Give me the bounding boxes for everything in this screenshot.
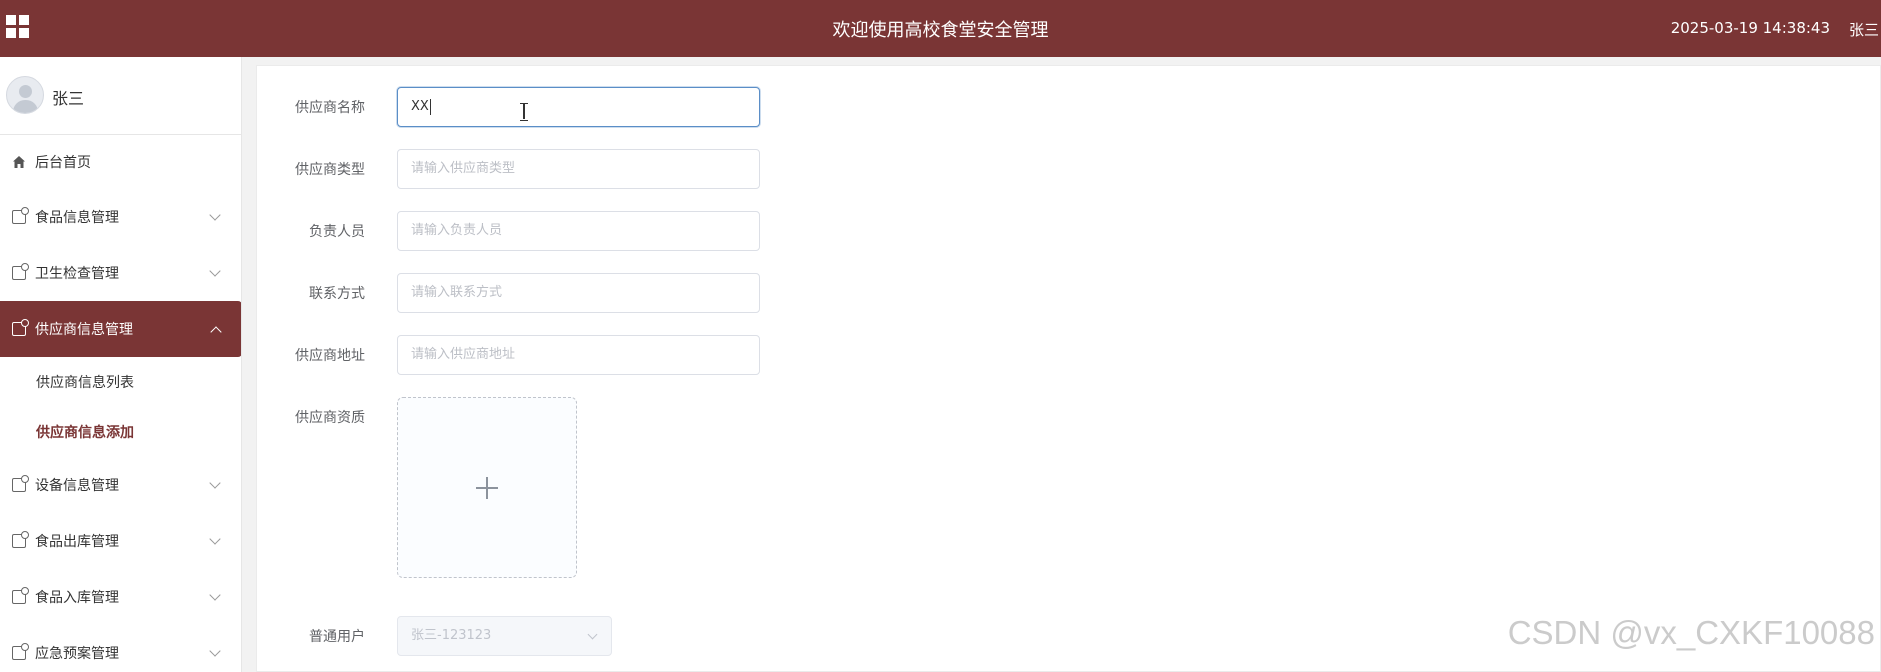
sidebar-item-food-info[interactable]: 食品信息管理 bbox=[0, 189, 241, 245]
grid-menu-icon[interactable] bbox=[6, 15, 30, 39]
user-select-value: 张三-123123 bbox=[411, 628, 492, 643]
sidebar-item-label: 卫生检查管理 bbox=[35, 266, 119, 282]
supplier-name-label: 供应商名称 bbox=[295, 100, 365, 116]
supplier-name-value: XX bbox=[411, 99, 429, 114]
sidebar-item-label: 应急预案管理 bbox=[35, 646, 119, 662]
address-label: 供应商地址 bbox=[295, 348, 365, 364]
supplier-type-label: 供应商类型 bbox=[295, 162, 365, 178]
sidebar-item-label: 设备信息管理 bbox=[35, 478, 119, 494]
user-label: 普通用户 bbox=[309, 629, 365, 645]
person-input[interactable]: 请输入负责人员 bbox=[397, 211, 760, 251]
qualification-label: 供应商资质 bbox=[295, 410, 365, 426]
app-title: 欢迎使用高校食堂安全管理 bbox=[832, 20, 1049, 41]
datetime-display: 2025-03-19 14:38:43 bbox=[1670, 19, 1830, 37]
user-select[interactable]: 张三-123123 bbox=[397, 616, 612, 656]
sidebar-item-hygiene-check[interactable]: 卫生检查管理 bbox=[0, 245, 241, 301]
profile-name: 张三 bbox=[52, 89, 85, 108]
sidebar-item-label: 食品信息管理 bbox=[35, 210, 119, 226]
ibeam-cursor-icon bbox=[520, 103, 528, 121]
supplier-type-input[interactable]: 请输入供应商类型 bbox=[397, 149, 760, 189]
sidebar-item-emergency-plan[interactable]: 应急预案管理 bbox=[0, 625, 241, 672]
document-icon bbox=[12, 207, 29, 224]
sidebar-item-label: 食品入库管理 bbox=[35, 590, 119, 606]
document-icon bbox=[12, 263, 29, 280]
person-label: 负责人员 bbox=[309, 224, 365, 240]
sidebar: 张三 后台首页 食品信息管理 卫生检查管理 供应商信息管理 供应商信息列表 供应… bbox=[0, 57, 242, 672]
sidebar-item-home[interactable]: 后台首页 bbox=[0, 135, 241, 189]
sidebar-item-equipment-info[interactable]: 设备信息管理 bbox=[0, 457, 241, 513]
document-icon bbox=[12, 475, 29, 492]
contact-input[interactable]: 请输入联系方式 bbox=[397, 273, 760, 313]
qualification-upload[interactable] bbox=[397, 397, 577, 578]
sidebar-item-label: 食品出库管理 bbox=[35, 534, 119, 550]
supplier-name-input[interactable]: XX bbox=[397, 87, 760, 127]
sidebar-item-supplier-info[interactable]: 供应商信息管理 bbox=[0, 301, 241, 357]
sidebar-item-food-outbound[interactable]: 食品出库管理 bbox=[0, 513, 241, 569]
form-row-supplier-type: 供应商类型 bbox=[257, 149, 365, 189]
contact-label: 联系方式 bbox=[309, 286, 365, 302]
text-caret bbox=[429, 98, 431, 115]
sidebar-item-food-inbound[interactable]: 食品入库管理 bbox=[0, 569, 241, 625]
form-row-contact: 联系方式 bbox=[257, 273, 365, 313]
sidebar-item-label: 供应商信息管理 bbox=[35, 322, 133, 338]
sidebar-subitem-supplier-list[interactable]: 供应商信息列表 bbox=[0, 357, 241, 407]
user-profile: 张三 bbox=[0, 57, 241, 135]
document-icon bbox=[12, 531, 29, 548]
document-icon bbox=[12, 319, 29, 336]
form-row-qualification: 供应商资质 bbox=[257, 397, 365, 437]
main-content: 供应商名称 XX 供应商类型 请输入供应商类型 负责人员 请输入负责人员 联系方… bbox=[256, 65, 1881, 672]
form-row-person: 负责人员 bbox=[257, 211, 365, 251]
document-icon bbox=[12, 587, 29, 604]
address-input[interactable]: 请输入供应商地址 bbox=[397, 335, 760, 375]
sidebar-item-label: 后台首页 bbox=[35, 155, 91, 171]
avatar bbox=[6, 76, 44, 114]
form-row-user: 普通用户 bbox=[257, 616, 365, 656]
form-row-address: 供应商地址 bbox=[257, 335, 365, 375]
document-icon bbox=[12, 643, 29, 660]
chevron-down-icon bbox=[587, 629, 598, 640]
form-row-supplier-name: 供应商名称 bbox=[257, 87, 365, 127]
sidebar-subitem-supplier-add[interactable]: 供应商信息添加 bbox=[0, 407, 241, 457]
home-icon bbox=[12, 155, 26, 169]
top-bar: 欢迎使用高校食堂安全管理 2025-03-19 14:38:43 张三 bbox=[0, 0, 1881, 57]
header-user-menu[interactable]: 张三 bbox=[1849, 19, 1881, 40]
